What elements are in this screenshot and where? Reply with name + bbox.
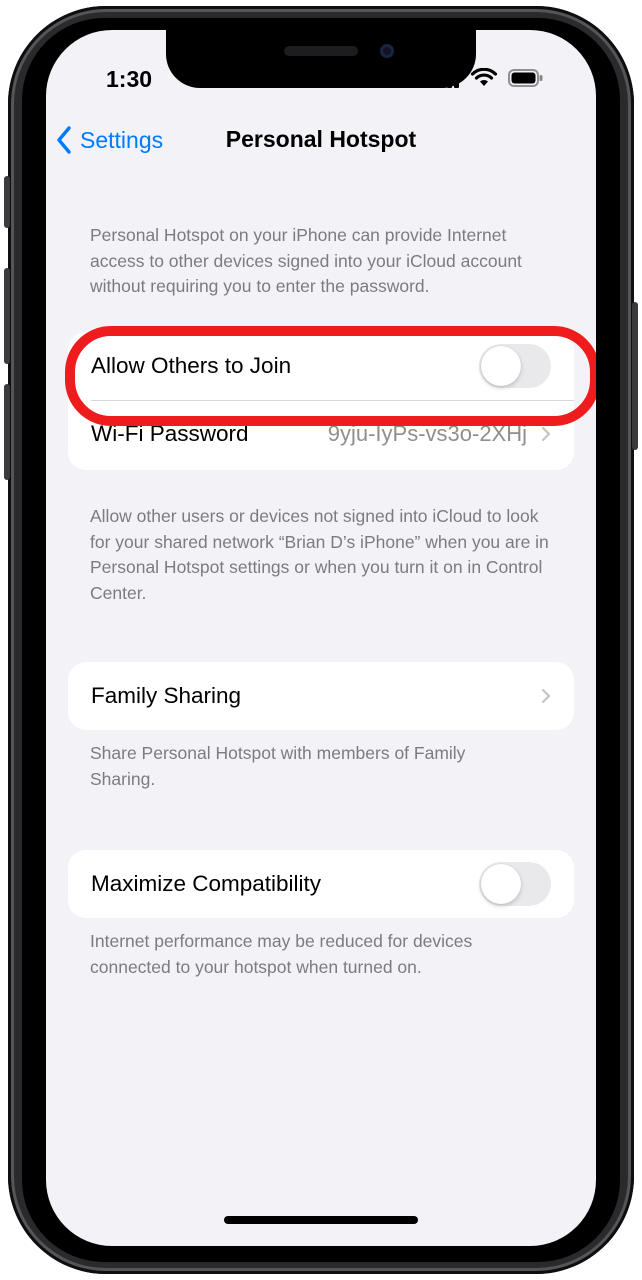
family-footer-text: Share Personal Hotspot with members of F…: [90, 743, 466, 789]
allow-others-label: Allow Others to Join: [91, 353, 292, 378]
allow-others-toggle[interactable]: [479, 344, 551, 388]
wifi-icon: [470, 68, 498, 86]
home-indicator[interactable]: [224, 1216, 418, 1224]
signal-icon: [433, 69, 459, 88]
volume-up-button: [4, 268, 10, 364]
hotspot-settings-group: Allow Others to Join Wi-Fi Password 9yju…: [68, 332, 574, 470]
page-title: Personal Hotspot: [225, 126, 417, 152]
silent-switch: [4, 176, 10, 228]
power-button: [632, 302, 638, 450]
status-time: 1:30: [106, 66, 153, 92]
volume-down-button: [4, 384, 10, 480]
family-sharing-row[interactable]: Family Sharing: [68, 662, 574, 730]
wifi-password-value: 9yju-IyPs-vs3o-2XHj: [327, 421, 527, 446]
row-divider: [91, 400, 574, 401]
front-camera: [380, 44, 394, 58]
wifi-password-row[interactable]: Wi-Fi Password 9yju-IyPs-vs3o-2XHj: [68, 400, 574, 468]
toggle-knob: [481, 346, 521, 386]
compat-footer-text: Internet performance may be reduced for …: [90, 931, 473, 977]
family-sharing-label: Family Sharing: [91, 683, 242, 708]
toggle-knob: [481, 864, 521, 904]
maximize-compatibility-row: Maximize Compatibility: [68, 850, 574, 918]
wifi-password-label: Wi-Fi Password: [91, 421, 249, 446]
maximize-compatibility-label: Maximize Compatibility: [91, 871, 322, 896]
chevron-right-icon: [541, 426, 551, 442]
family-sharing-group: Family Sharing: [68, 662, 574, 730]
notch: [166, 30, 476, 88]
speaker-grille: [284, 46, 358, 56]
maximize-compatibility-toggle[interactable]: [479, 862, 551, 906]
battery-icon: [508, 69, 543, 87]
join-footer-text: Allow other users or devices not signed …: [90, 506, 549, 603]
compatibility-group: Maximize Compatibility: [68, 850, 574, 918]
allow-others-row: Allow Others to Join: [68, 332, 574, 400]
screen: 1:30 Settings Personal Hotspot Personal: [46, 30, 596, 1246]
intro-text: Personal Hotspot on your iPhone can prov…: [90, 225, 522, 296]
chevron-right-icon: [541, 688, 551, 704]
